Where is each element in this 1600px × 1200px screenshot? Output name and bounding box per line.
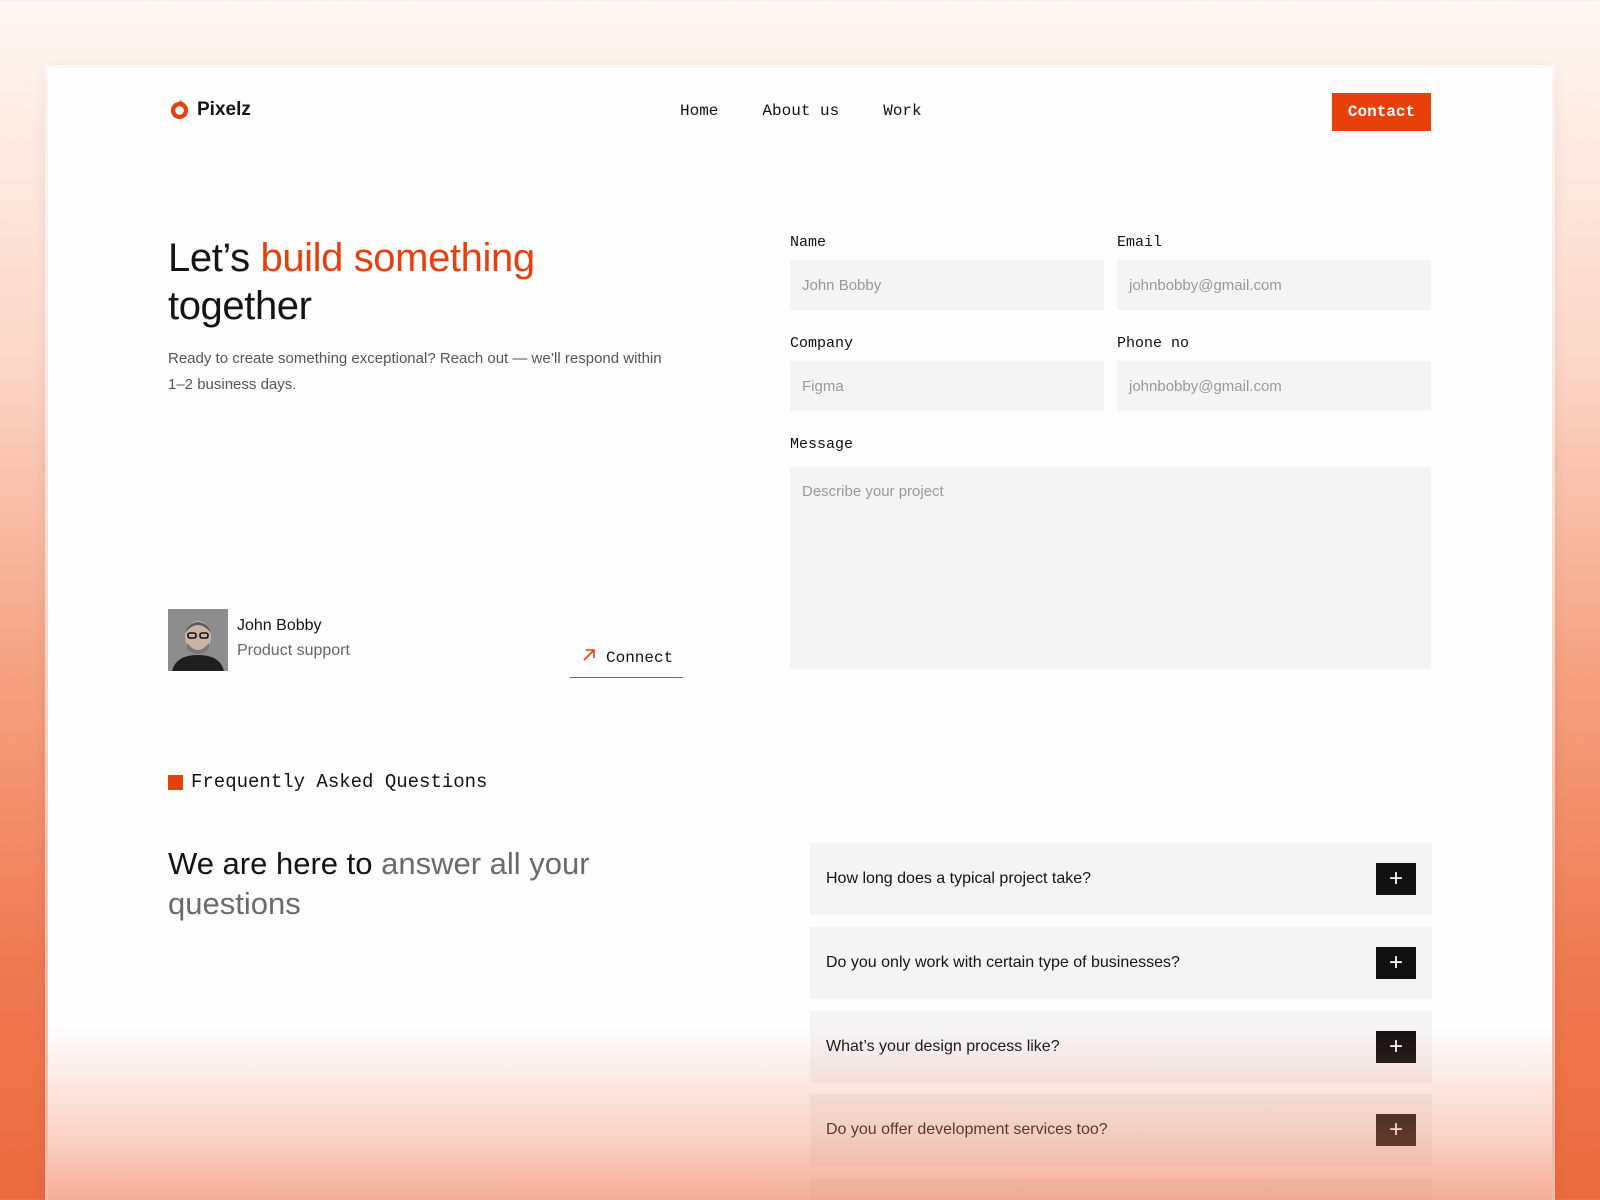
- phone-label: Phone no: [1117, 335, 1190, 352]
- plus-icon[interactable]: +: [1376, 1031, 1416, 1063]
- email-field[interactable]: johnbobby@gmail.com: [1117, 260, 1431, 310]
- person-info: John Bobby Product support: [237, 609, 350, 671]
- plus-icon[interactable]: +: [1376, 1114, 1416, 1146]
- faq-item[interactable]: What’s your design process like? +: [810, 1011, 1432, 1083]
- connect-label: Connect: [606, 648, 674, 667]
- nav-about-us[interactable]: About us: [762, 102, 839, 120]
- hero-title-end: together: [168, 284, 312, 328]
- company-label: Company: [790, 335, 854, 352]
- logo-icon: [168, 98, 191, 121]
- email-label: Email: [1117, 234, 1163, 251]
- person-role: Product support: [237, 642, 350, 659]
- person-name: John Bobby: [237, 617, 322, 634]
- faq-question: Do you only work with certain type of bu…: [826, 954, 1180, 971]
- name-label: Name: [790, 234, 827, 251]
- contact-button[interactable]: Contact: [1332, 93, 1431, 131]
- plus-icon[interactable]: +: [1376, 947, 1416, 979]
- nav-work[interactable]: Work: [883, 102, 921, 120]
- main-nav: Home About us Work: [680, 102, 922, 120]
- logo-text: Pixelz: [197, 98, 251, 120]
- hero-title-accent: build something: [260, 236, 535, 280]
- faq-title-start: We are here to: [168, 846, 382, 881]
- message-field[interactable]: Describe your project: [790, 467, 1431, 669]
- logo[interactable]: Pixelz: [168, 98, 251, 121]
- faq-item[interactable]: Do you only work with certain type of bu…: [810, 927, 1432, 999]
- faq-item[interactable]: Do you offer development services too? +: [810, 1094, 1432, 1166]
- faq-item-partial[interactable]: [810, 1178, 1432, 1200]
- square-icon: [168, 774, 183, 790]
- contact-person: John Bobby Product support: [168, 609, 350, 671]
- faq-question: How long does a typical project take?: [826, 870, 1092, 887]
- hero-title: Let’s build something together: [168, 234, 535, 330]
- page-frame: Pixelz Home About us Work Contact Let’s …: [48, 68, 1552, 1200]
- message-label: Message: [790, 436, 854, 453]
- faq-question: What’s your design process like?: [826, 1038, 1060, 1055]
- faq-tag-label: Frequently Asked Questions: [191, 771, 488, 793]
- hero-subtitle: Ready to create something exceptional? R…: [168, 350, 662, 393]
- hero-title-start: Let’s: [168, 236, 261, 280]
- nav-home[interactable]: Home: [680, 102, 718, 120]
- plus-icon[interactable]: +: [1376, 863, 1416, 895]
- avatar: [168, 609, 228, 671]
- phone-field[interactable]: johnbobby@gmail.com: [1117, 361, 1431, 411]
- faq-question: Do you offer development services too?: [826, 1121, 1108, 1138]
- faq-title: We are here to answer all your questions: [168, 844, 638, 924]
- faq-tag: Frequently Asked Questions: [168, 771, 487, 793]
- faq-item[interactable]: How long does a typical project take? +: [810, 843, 1432, 915]
- company-field[interactable]: Figma: [790, 361, 1104, 411]
- arrow-up-right-icon: [582, 648, 596, 667]
- connect-link[interactable]: Connect: [570, 638, 683, 678]
- name-field[interactable]: John Bobby: [790, 260, 1104, 310]
